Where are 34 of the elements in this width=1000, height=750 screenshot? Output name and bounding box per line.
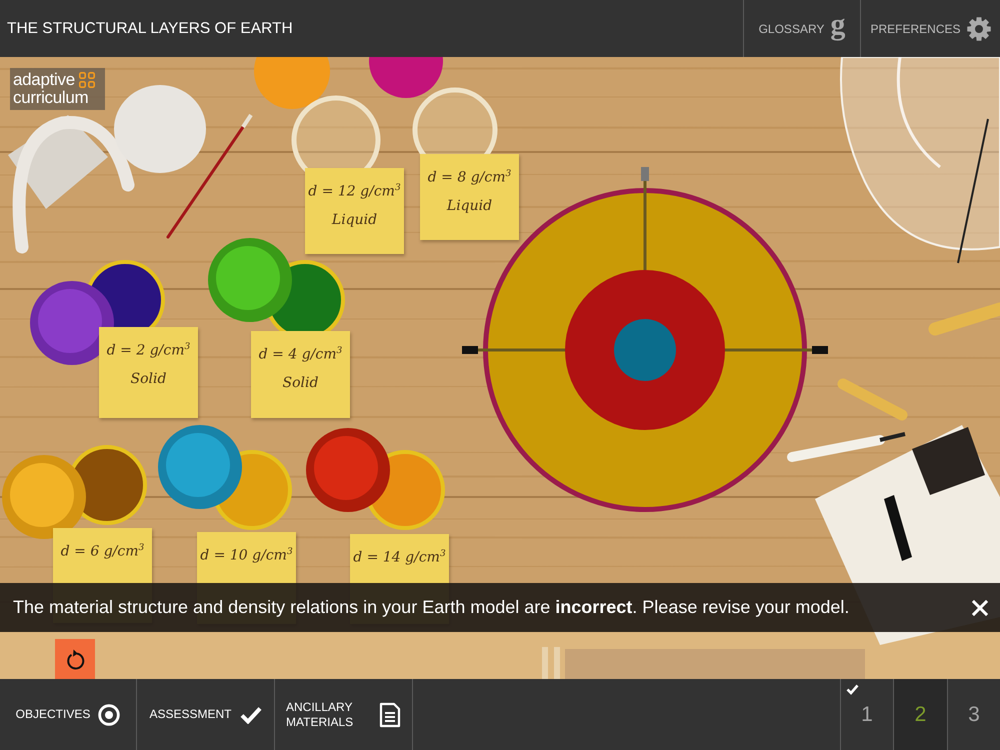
density-label: d = 14 g/cm$^{3}$: [353, 549, 446, 566]
page-tab[interactable]: 3: [947, 679, 1000, 750]
page-title: THE STRUCTURAL LAYERS OF EARTH: [7, 20, 293, 38]
page-tab[interactable]: 2: [893, 679, 947, 750]
close-button[interactable]: [972, 600, 988, 616]
target-icon: [98, 704, 120, 726]
density-label: d = 12 g/cm$^{3}$: [308, 183, 401, 200]
density-label: d = 4 g/cm$^{3}$: [258, 346, 342, 363]
wooden-stick: [928, 302, 1000, 336]
logo-text: curriculum: [13, 89, 88, 107]
logo-mark-icon: [78, 72, 95, 88]
state-label: Solid: [282, 374, 318, 391]
glossary-icon: g: [830, 10, 846, 40]
wooden-stick: [838, 378, 908, 420]
ancillary-materials-button[interactable]: ANCILLARY MATERIALS: [275, 679, 413, 750]
density-label: d = 10 g/cm$^{3}$: [200, 547, 293, 564]
density-label: d = 6 g/cm$^{3}$: [60, 543, 144, 560]
state-label: Solid: [130, 370, 166, 387]
settings-icon: [966, 16, 991, 40]
wooden-post: [542, 647, 548, 679]
feedback-message: The material structure and density relations in your Earth model are incorrect. Please revise your model.: [13, 597, 850, 618]
close-icon: [972, 600, 988, 616]
reset-button[interactable]: [55, 639, 95, 679]
wooden-post: [554, 647, 560, 679]
logo-text: adaptive: [13, 71, 75, 89]
check-icon: [240, 706, 262, 724]
state-label: Liquid: [446, 198, 492, 214]
reset-icon: [65, 648, 85, 670]
density-label: d = 8 g/cm$^{3}$: [428, 169, 512, 186]
assessment-button[interactable]: ASSESSMENT: [137, 679, 275, 750]
objectives-button[interactable]: OBJECTIVES: [0, 679, 137, 750]
document-icon: [379, 702, 401, 728]
state-label: Liquid: [332, 212, 378, 228]
density-label: d = 2 g/cm$^{3}$: [106, 342, 190, 359]
